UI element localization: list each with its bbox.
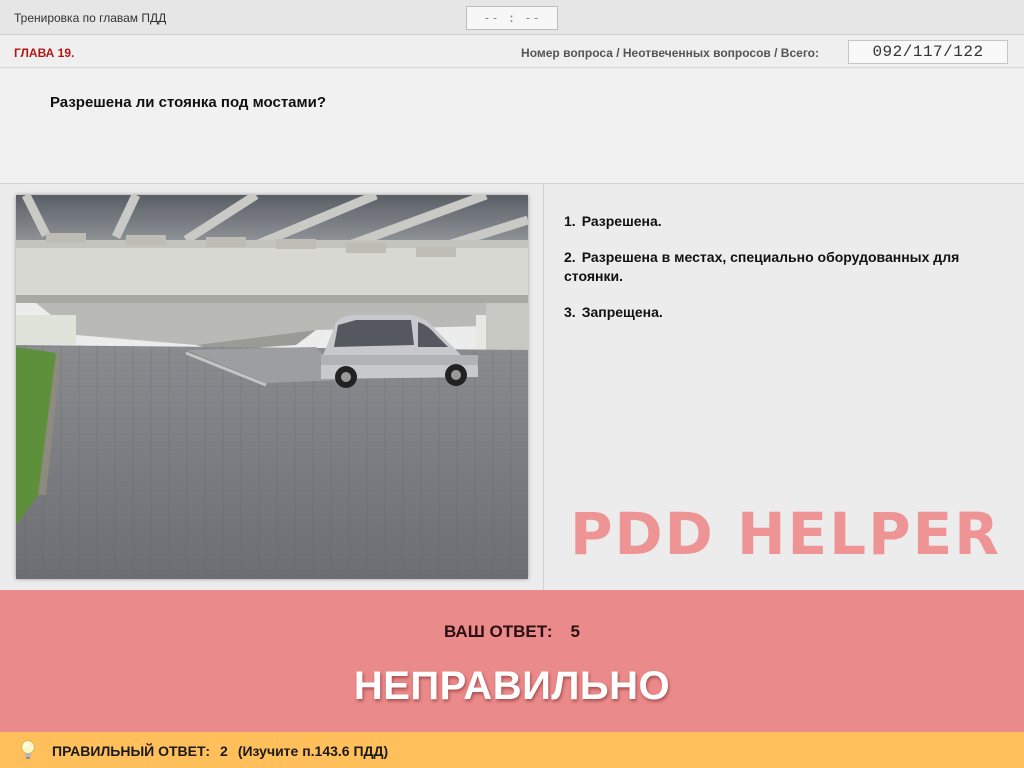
content-divider	[543, 184, 544, 590]
your-answer-label: ВАШ ОТВЕТ:	[443, 622, 553, 641]
answer-option-3[interactable]: 3. Запрещена.	[564, 303, 1014, 322]
question-image	[16, 195, 528, 579]
rule-hint: (Изучите п.143.6 ПДД)	[237, 743, 389, 759]
watermark-logo: PDD HELPER	[570, 500, 1001, 568]
question-panel: Разрешена ли стоянка под мостами?	[0, 69, 1024, 184]
question-counter: 092/117/122	[848, 40, 1008, 64]
correct-answer-text: ПРАВИЛЬНЫЙ ОТВЕТ: 2 (Изучите п.143.6 ПДД)	[52, 743, 398, 759]
answer-list: 1. Разрешена. 2. Разрешена в местах, специ…	[564, 212, 1014, 339]
your-answer-value: 5	[570, 622, 581, 641]
chapter-title: ГЛАВА 19.	[14, 46, 75, 60]
bridge-parking-photo	[16, 195, 528, 579]
question-text: Разрешена ли стоянка под мостами?	[50, 94, 326, 111]
app-title: Тренировка по главам ПДД	[14, 11, 167, 25]
verdict-text: НЕПРАВИЛЬНО	[353, 664, 671, 708]
correct-answer-bar: ПРАВИЛЬНЫЙ ОТВЕТ: 2 (Изучите п.143.6 ПДД)	[0, 732, 1024, 768]
correct-answer-label: ПРАВИЛЬНЫЙ ОТВЕТ:	[52, 743, 211, 759]
lightbulb-icon	[21, 740, 35, 759]
timer-display: -- : --	[466, 6, 558, 30]
content-area: 1. Разрешена. 2. Разрешена в местах, специ…	[0, 184, 1024, 590]
question-counter-label: Номер вопроса / Неотвеченных вопросов / …	[521, 46, 819, 60]
result-panel: ВАШ ОТВЕТ: 5 НЕПРАВИЛЬНО	[0, 590, 1024, 732]
answer-option-2[interactable]: 2. Разрешена в местах, специально оборудо…	[564, 248, 1014, 286]
your-answer: ВАШ ОТВЕТ: 5	[0, 622, 1024, 642]
chapter-bar: ГЛАВА 19. Номер вопроса / Неотвеченных в…	[0, 36, 1024, 68]
answer-option-1[interactable]: 1. Разрешена.	[564, 212, 1014, 231]
top-bar: Тренировка по главам ПДД -- : --	[0, 0, 1024, 35]
correct-answer-value: 2	[220, 743, 228, 759]
